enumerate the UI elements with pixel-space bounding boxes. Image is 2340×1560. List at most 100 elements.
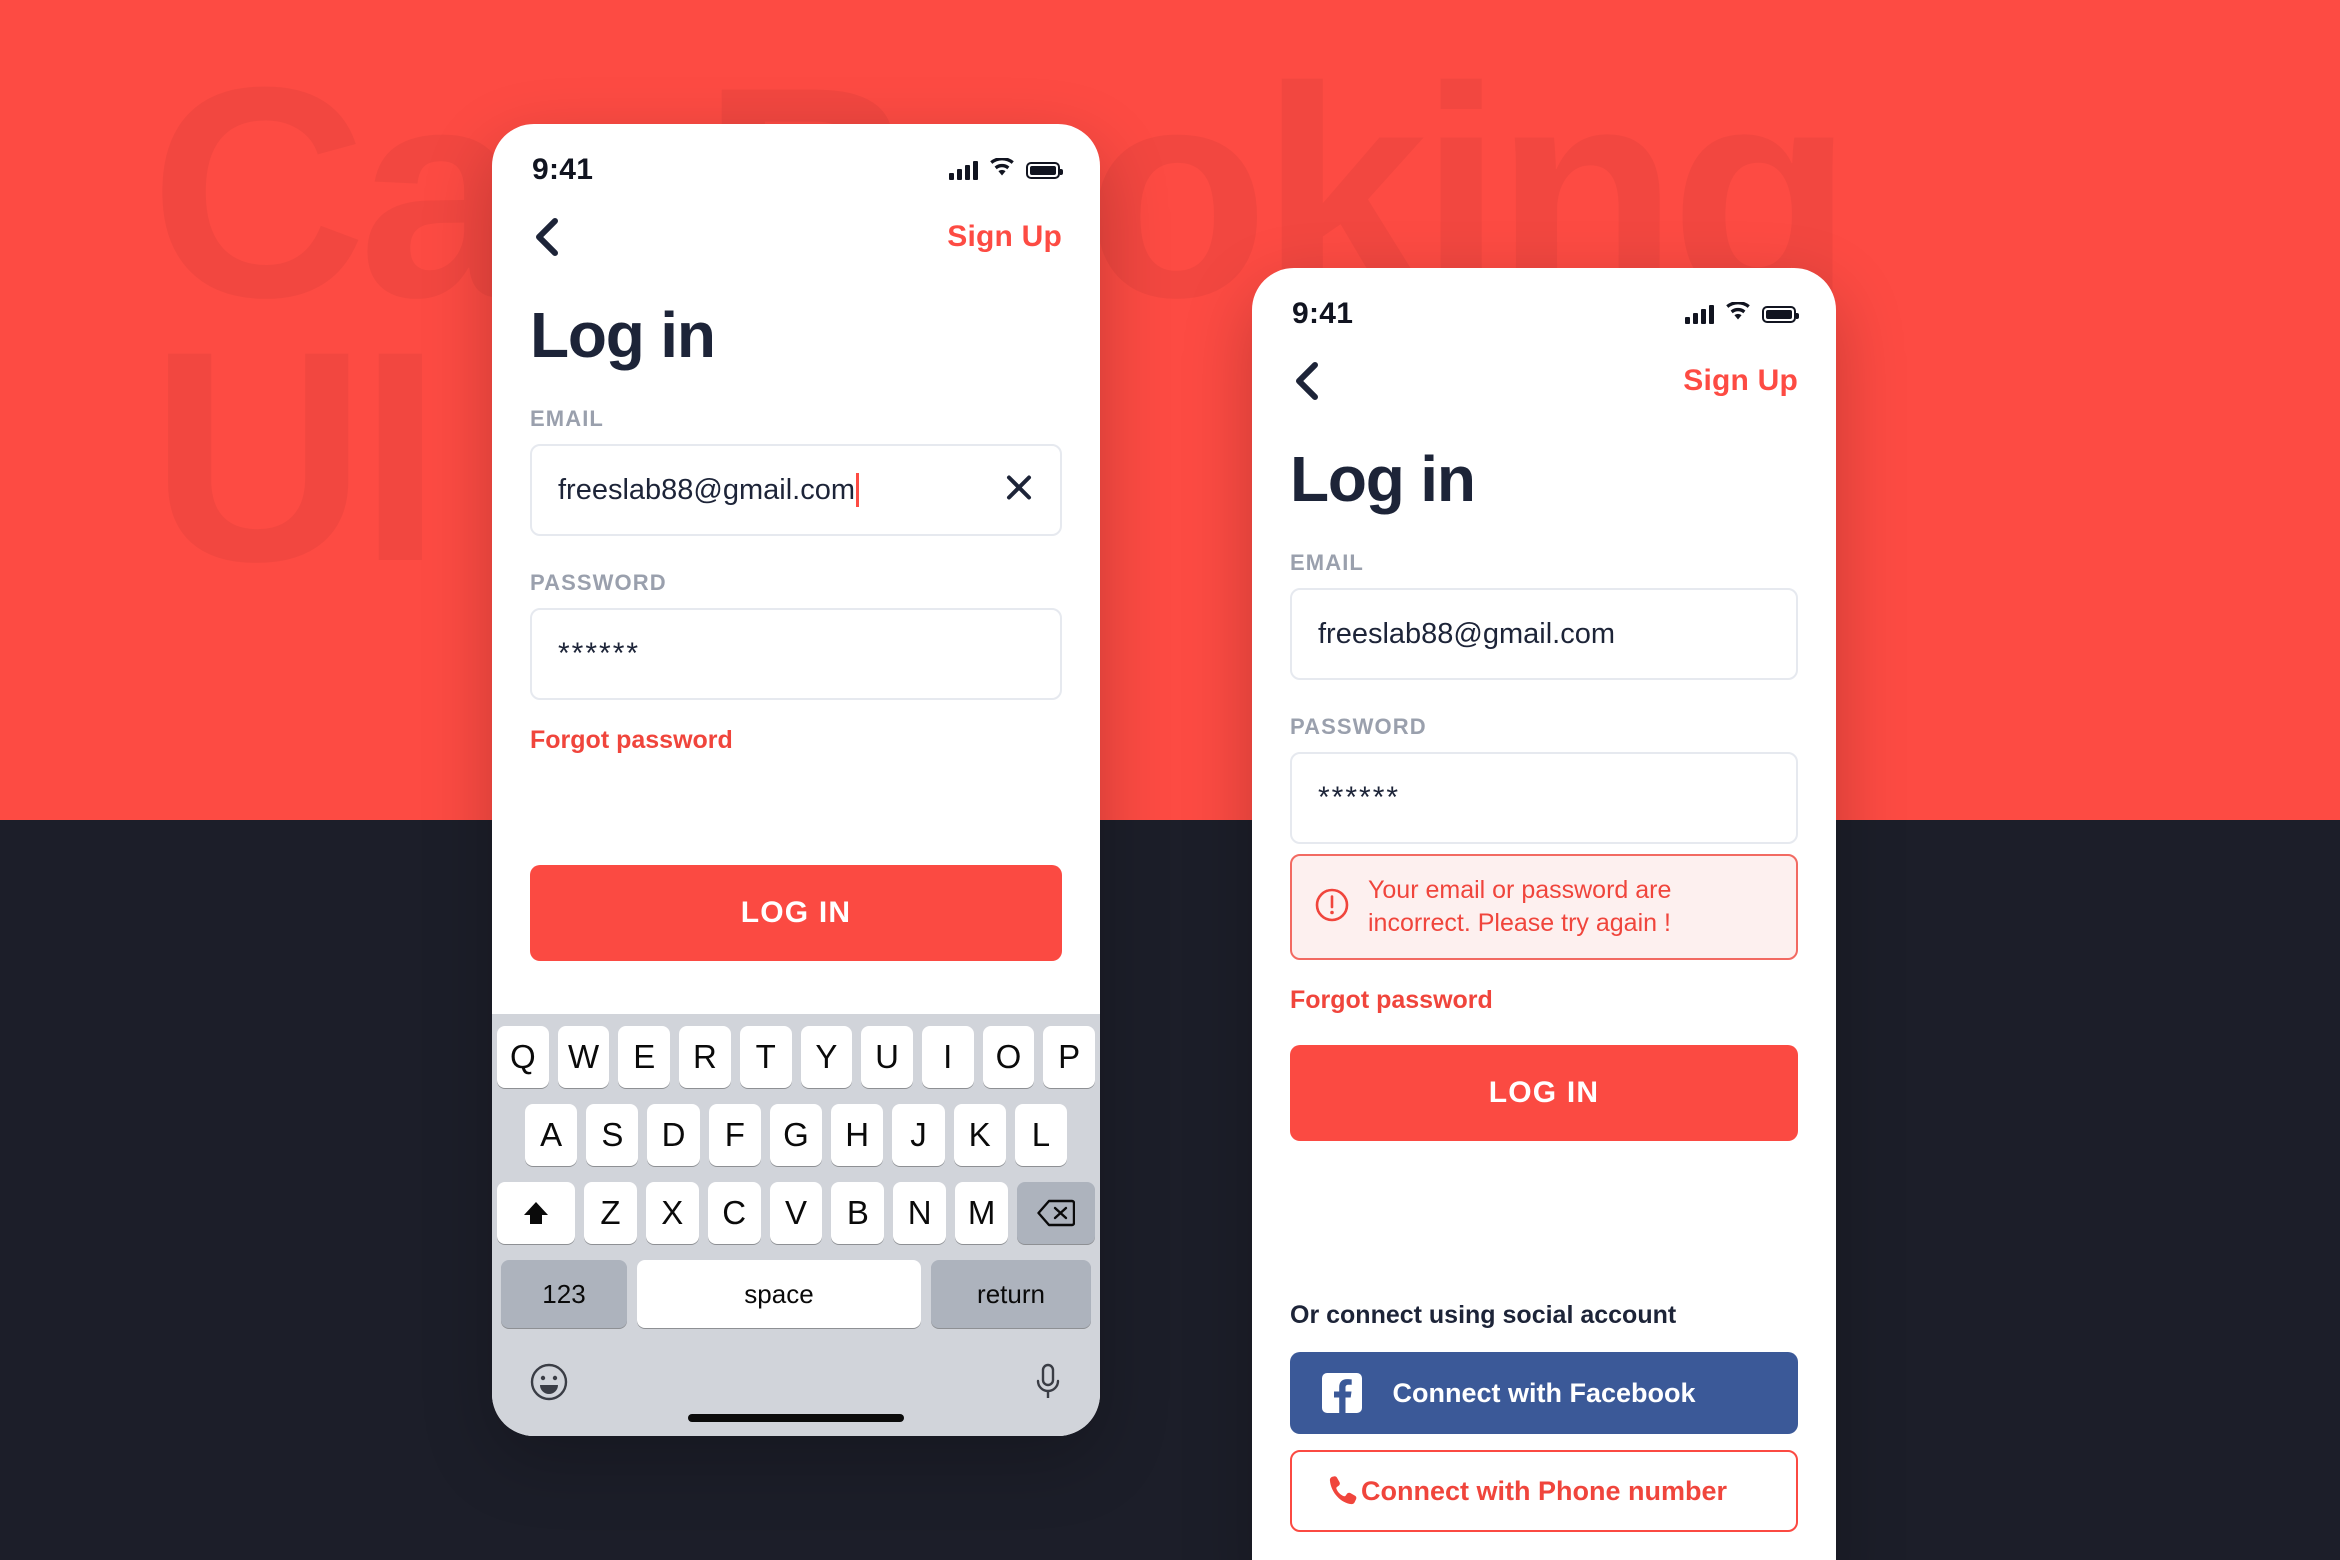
page-title: Log in — [530, 299, 716, 371]
email-input-value: freeslab88@gmail.com — [1318, 617, 1616, 650]
key-s[interactable]: S — [586, 1104, 639, 1166]
shift-arrow-icon — [524, 1202, 548, 1224]
error-banner: Your email or password are incorrect. Pl… — [1290, 854, 1798, 960]
key-m[interactable]: M — [955, 1182, 1009, 1244]
emoji-button[interactable] — [529, 1362, 569, 1407]
status-icons — [949, 157, 1063, 182]
facebook-icon — [1322, 1373, 1362, 1413]
wifi-icon — [1725, 301, 1751, 326]
keyboard-bottom-bar — [497, 1344, 1095, 1414]
key-w[interactable]: W — [557, 1026, 610, 1088]
backspace-icon — [1037, 1199, 1076, 1227]
screenshot-stage: Car Booking UI Kit 9:41 Sign Up Log in E… — [0, 0, 2340, 1560]
dictation-button[interactable] — [1033, 1362, 1063, 1407]
facebook-connect-label: Connect with Facebook — [1392, 1377, 1696, 1408]
key-e[interactable]: E — [618, 1026, 671, 1088]
signup-link[interactable]: Sign Up — [1683, 364, 1798, 398]
text-caret — [856, 473, 860, 507]
numbers-key[interactable]: 123 — [501, 1260, 627, 1328]
status-bar: 9:41 — [1252, 268, 1836, 338]
background-bottom-panel — [0, 820, 2340, 1560]
close-x-icon — [1007, 475, 1031, 500]
login-form: Log in EMAIL freeslab88@gmail.com PASSWO… — [492, 298, 1100, 961]
error-message: Your email or password are incorrect. Pl… — [1368, 876, 1672, 937]
login-button[interactable]: LOG IN — [1290, 1045, 1798, 1141]
home-indicator — [688, 1414, 904, 1422]
email-input-value: freeslab88@gmail.com — [558, 473, 856, 506]
onscreen-keyboard: Q W E R T Y U I O P A S D F G H J K L Z … — [492, 1014, 1100, 1436]
phone-mockup-login-keyboard: 9:41 Sign Up Log in EMAIL freeslab88@gma… — [492, 124, 1100, 1436]
nav-bar: Sign Up — [1252, 338, 1836, 424]
key-l[interactable]: L — [1014, 1104, 1067, 1166]
cellular-signal-icon — [949, 160, 978, 180]
forgot-password-link[interactable]: Forgot password — [530, 726, 1062, 755]
key-d[interactable]: D — [647, 1104, 700, 1166]
phone-mockup-login-error: 9:41 Sign Up Log in EMAIL freeslab88@gma… — [1252, 268, 1836, 1560]
chevron-left-icon — [1296, 362, 1318, 400]
facebook-connect-button[interactable]: Connect with Facebook — [1290, 1352, 1798, 1434]
login-form: Log in EMAIL freeslab88@gmail.com PASSWO… — [1252, 442, 1836, 1560]
battery-full-icon — [1026, 161, 1063, 179]
return-key[interactable]: return — [931, 1260, 1091, 1328]
forgot-password-link[interactable]: Forgot password — [1290, 986, 1798, 1015]
backspace-key[interactable] — [1017, 1182, 1096, 1244]
microphone-icon — [1036, 1363, 1060, 1398]
alert-circle-icon — [1314, 887, 1350, 928]
email-label: EMAIL — [1290, 550, 1364, 575]
key-c[interactable]: C — [707, 1182, 761, 1244]
key-q[interactable]: Q — [496, 1026, 549, 1088]
social-heading: Or connect using social account — [1290, 1301, 1677, 1329]
key-i[interactable]: I — [921, 1026, 974, 1088]
password-input-value: ****** — [558, 637, 641, 670]
status-clock: 9:41 — [532, 153, 594, 186]
key-j[interactable]: J — [892, 1104, 945, 1166]
wifi-icon — [989, 157, 1015, 182]
key-f[interactable]: F — [708, 1104, 761, 1166]
password-label: PASSWORD — [1290, 714, 1427, 739]
shift-key[interactable] — [497, 1182, 575, 1244]
space-key[interactable]: space — [637, 1260, 921, 1328]
keyboard-row-1: Q W E R T Y U I O P — [496, 1026, 1096, 1088]
email-label: EMAIL — [530, 406, 604, 431]
status-bar: 9:41 — [492, 124, 1100, 194]
password-label: PASSWORD — [530, 570, 667, 595]
keyboard-row-4: 123 space return — [497, 1260, 1095, 1328]
back-button[interactable] — [530, 218, 564, 256]
key-h[interactable]: H — [831, 1104, 884, 1166]
phone-icon — [1324, 1472, 1362, 1510]
status-icons — [1685, 301, 1799, 326]
signup-link[interactable]: Sign Up — [947, 220, 1062, 254]
password-input[interactable]: ****** — [530, 608, 1062, 700]
key-o[interactable]: O — [982, 1026, 1035, 1088]
key-y[interactable]: Y — [800, 1026, 853, 1088]
email-input[interactable]: freeslab88@gmail.com — [530, 444, 1062, 536]
key-k[interactable]: K — [953, 1104, 1006, 1166]
keyboard-row-3: Z X C V B N M — [497, 1182, 1096, 1244]
password-input-value: ****** — [1318, 781, 1401, 814]
key-n[interactable]: N — [893, 1182, 947, 1244]
phone-connect-button[interactable]: Connect with Phone number — [1290, 1450, 1798, 1532]
key-t[interactable]: T — [739, 1026, 792, 1088]
key-z[interactable]: Z — [584, 1182, 637, 1244]
key-g[interactable]: G — [769, 1104, 823, 1166]
nav-bar: Sign Up — [492, 194, 1100, 280]
key-r[interactable]: R — [679, 1026, 731, 1088]
status-clock: 9:41 — [1292, 297, 1354, 330]
page-title: Log in — [1290, 443, 1476, 515]
login-button[interactable]: LOG IN — [530, 865, 1062, 961]
email-input[interactable]: freeslab88@gmail.com — [1290, 588, 1798, 680]
key-u[interactable]: U — [861, 1026, 913, 1088]
key-a[interactable]: A — [525, 1104, 578, 1166]
cellular-signal-icon — [1685, 304, 1714, 324]
back-button[interactable] — [1290, 362, 1324, 400]
key-p[interactable]: P — [1043, 1026, 1096, 1088]
key-x[interactable]: X — [645, 1182, 699, 1244]
battery-full-icon — [1762, 305, 1799, 323]
background-watermark: Car Booking UI Kit — [150, 42, 2250, 606]
chevron-left-icon — [536, 218, 558, 256]
key-b[interactable]: B — [831, 1182, 885, 1244]
key-v[interactable]: V — [769, 1182, 823, 1244]
emoji-smiley-icon — [530, 1363, 568, 1400]
clear-email-button[interactable] — [1004, 473, 1034, 508]
password-input[interactable]: ****** — [1290, 752, 1798, 844]
